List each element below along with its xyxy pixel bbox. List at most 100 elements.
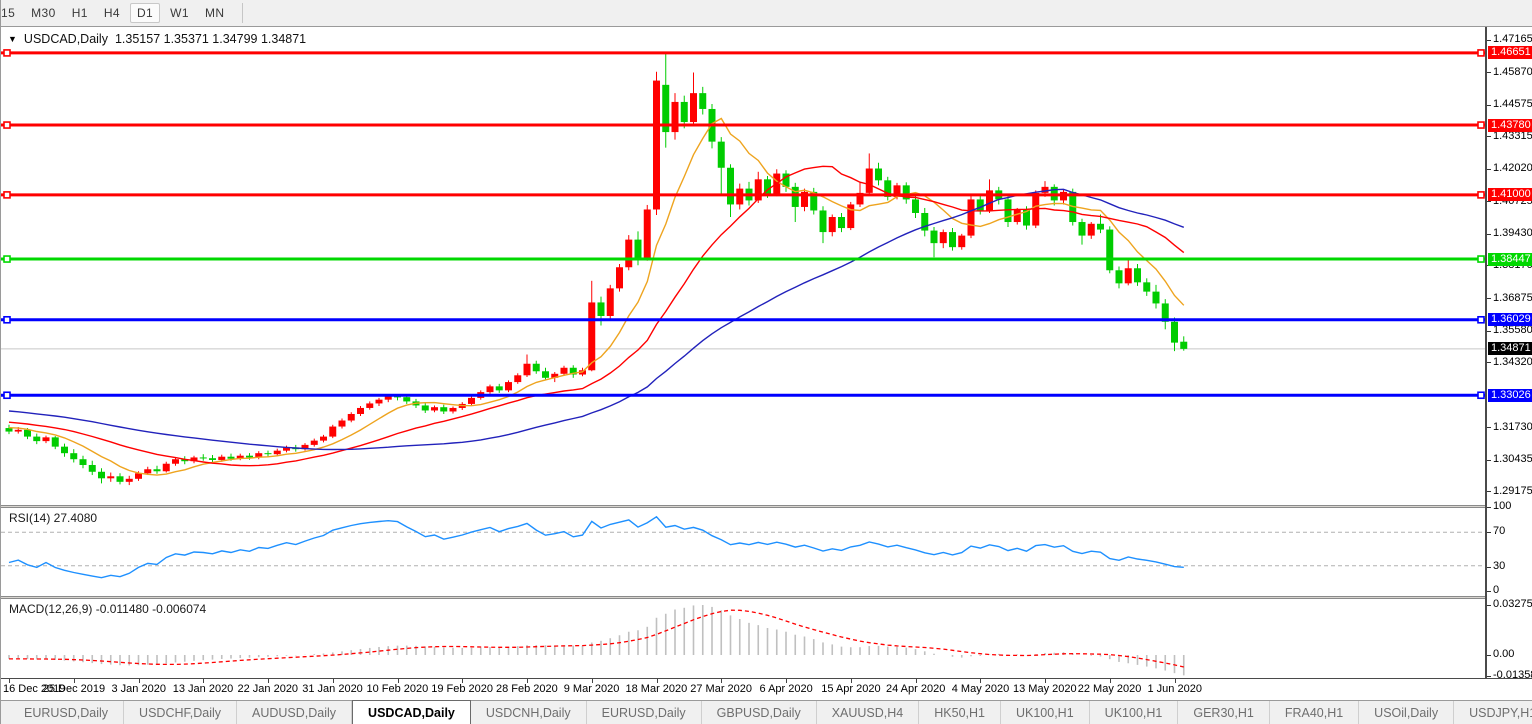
candle-body (366, 403, 374, 408)
price-axis[interactable]: 1.471651.458701.445751.433151.420201.407… (1485, 27, 1532, 681)
rsi-tick-label: 100 (1493, 500, 1512, 512)
symbol-tab-usdcad-daily[interactable]: USDCAD,Daily (352, 700, 471, 724)
line-handle[interactable] (3, 255, 11, 263)
candle-body (338, 420, 346, 427)
candle-body (634, 239, 642, 259)
date-label: 19 Feb 2020 (431, 683, 494, 695)
line-handle[interactable] (1477, 315, 1485, 324)
candle-body (1134, 268, 1141, 283)
timeframe-button-15[interactable]: 15 (1, 3, 21, 23)
toolbar-separator (242, 3, 244, 23)
line-handle[interactable] (3, 315, 11, 324)
symbol-tab-usdcnh-daily[interactable]: USDCNH,Daily (471, 701, 587, 724)
candle-body (1078, 222, 1086, 236)
line-handle[interactable] (3, 391, 11, 400)
line-handle[interactable] (1477, 49, 1485, 57)
candle-body (449, 407, 457, 412)
symbol-tab-usoil-daily[interactable]: USOil,Daily (1359, 701, 1455, 724)
rsi-tick-label: 70 (1493, 525, 1506, 537)
candle-body (828, 217, 836, 233)
candle-body (699, 93, 707, 109)
date-label: 22 Jan 2020 (237, 683, 299, 695)
candle-body (717, 141, 725, 168)
date-label: 18 Mar 2020 (625, 683, 688, 695)
candle-body (930, 230, 938, 244)
candle-body (88, 464, 96, 472)
line-handle[interactable] (3, 49, 11, 57)
line-handle[interactable] (3, 121, 11, 129)
candle-body (1013, 209, 1021, 223)
symbol-tab-hk50-h1[interactable]: HK50,H1 (919, 701, 1001, 724)
price-tick-label: 1.29175 (1493, 484, 1532, 497)
rsi-tick-mark (1487, 567, 1491, 568)
price-badge-1.43780: 1.43780 (1488, 118, 1532, 132)
chart-symbol-label: USDCAD,Daily (23, 32, 108, 46)
rsi-panel[interactable] (1, 508, 1485, 596)
candle-body (172, 459, 179, 464)
line-handle[interactable] (1477, 191, 1485, 199)
price-tick-mark (1487, 459, 1491, 461)
price-badge-1.36029: 1.36029 (1488, 313, 1532, 327)
price-tick-label: 1.42020 (1493, 162, 1532, 175)
candle-body (14, 429, 22, 432)
symbol-tab-eurusd-daily[interactable]: EURUSD,Daily (9, 701, 125, 724)
timeframe-button-m30[interactable]: M30 (25, 3, 62, 23)
symbol-tab-usdchf-daily[interactable]: USDCHF,Daily (124, 701, 237, 724)
date-label: 13 May 2020 (1013, 683, 1077, 695)
collapse-triangle-icon[interactable]: ▼ (8, 34, 17, 44)
candle-body (505, 382, 512, 391)
candle-body (588, 302, 596, 371)
timeframe-button-mn[interactable]: MN (199, 3, 230, 23)
date-label: 31 Jan 2020 (302, 683, 363, 695)
symbol-tab-audusd-daily[interactable]: AUDUSD,Daily (237, 701, 353, 724)
candle-body (736, 188, 744, 205)
price-badge-1.41000: 1.41000 (1488, 188, 1532, 202)
candle-body (310, 440, 318, 445)
macd-tick-mark (1487, 676, 1491, 677)
timeframe-button-w1[interactable]: W1 (164, 3, 195, 23)
candle-body (116, 476, 124, 482)
price-tick-label: 1.47165 (1493, 33, 1532, 45)
candle-body (162, 463, 170, 472)
timeframe-button-h4[interactable]: H4 (98, 3, 126, 23)
candle-body (440, 407, 448, 412)
symbol-tab-ger30-h1[interactable]: GER30,H1 (1178, 701, 1270, 724)
candle-body (51, 437, 59, 447)
candle-body (653, 80, 660, 210)
symbol-tab-uk100-h1[interactable]: UK100,H1 (1001, 701, 1090, 724)
last-price-badge: 1.34871 (1488, 342, 1532, 356)
symbol-tab-gbpusd-daily[interactable]: GBPUSD,Daily (702, 701, 817, 724)
line-handle[interactable] (1477, 391, 1485, 400)
candle-body (107, 476, 115, 479)
symbol-tab-fra40-h1[interactable]: FRA40,H1 (1270, 701, 1360, 724)
candle-body (1087, 223, 1095, 236)
candle-body (70, 453, 78, 460)
candle-body (495, 386, 503, 391)
price-tick-mark (1487, 168, 1491, 170)
candle-body (560, 367, 568, 374)
symbol-tab-uk100-h1[interactable]: UK100,H1 (1090, 701, 1179, 724)
price-tick-mark (1487, 330, 1491, 332)
price-tick-mark (1487, 427, 1491, 429)
candle-body (375, 399, 383, 404)
macd-tick-label: 0.00 (1493, 648, 1515, 660)
candle-body (125, 478, 133, 482)
main-price-chart[interactable] (1, 28, 1485, 505)
timeframe-button-d1[interactable]: D1 (129, 3, 161, 23)
line-handle[interactable] (1477, 255, 1485, 263)
rsi-indicator-label: RSI(14) 27.4080 (9, 511, 98, 525)
symbol-tab-bar: EURUSD,Daily USDCHF,Daily AUDUSD,Daily USDC… (1, 700, 1532, 724)
symbol-tab-eurusd-daily[interactable]: EURUSD,Daily (587, 701, 702, 724)
price-tick-mark (1487, 362, 1491, 364)
symbol-tab-usdjpy-h1[interactable]: USDJPY,H1 (1454, 701, 1532, 724)
timeframe-button-h1[interactable]: H1 (66, 3, 94, 23)
macd-panel[interactable] (1, 599, 1485, 678)
date-axis[interactable]: 16 Dec 2019 25 Dec 2019 3 Jan 2020 13 Jan 2… (1, 678, 1532, 700)
rsi-tick-mark (1487, 532, 1491, 533)
symbol-tab-xauusd-h4[interactable]: XAUUSD,H4 (817, 701, 920, 724)
candle-body (357, 407, 364, 414)
line-handle[interactable] (3, 191, 11, 199)
date-label: 4 May 2020 (951, 683, 1010, 695)
line-handle[interactable] (1477, 121, 1485, 129)
candle-body (1143, 282, 1151, 292)
